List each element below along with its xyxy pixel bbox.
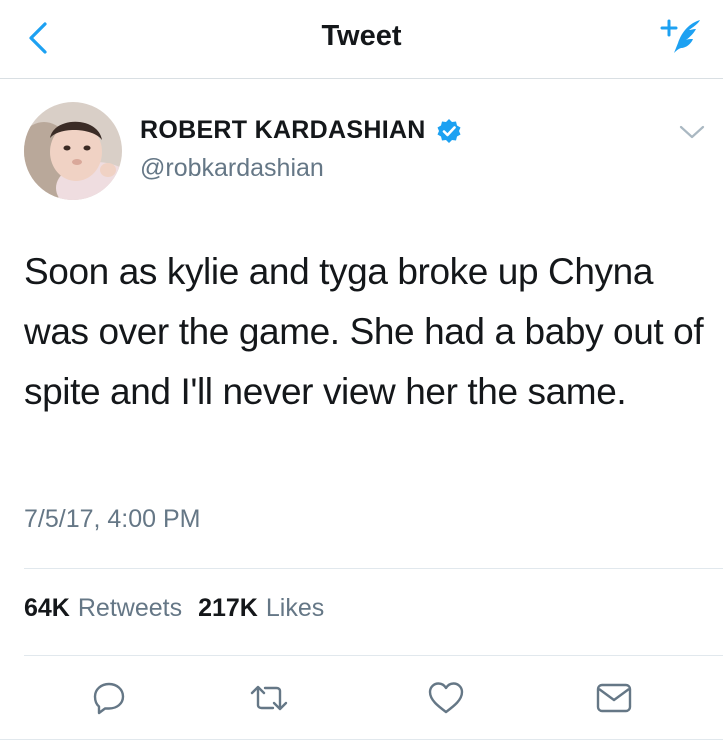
- reply-icon: [93, 682, 125, 715]
- avatar[interactable]: [24, 102, 122, 200]
- nav-bar: Tweet: [0, 0, 723, 79]
- tweet-header: ROBERT KARDASHIAN @robkardashian: [0, 78, 723, 218]
- more-options-button[interactable]: [677, 120, 707, 144]
- avatar-image: [24, 102, 122, 200]
- compose-tweet-button[interactable]: [659, 14, 705, 60]
- tweet-stats: 64K Retweets 217K Likes: [24, 594, 324, 623]
- direct-message-button[interactable]: [592, 676, 636, 720]
- author-handle[interactable]: @robkardashian: [140, 154, 324, 183]
- page-title: Tweet: [321, 20, 402, 52]
- divider: [24, 568, 723, 569]
- like-button[interactable]: [424, 676, 468, 720]
- author-display-name: ROBERT KARDASHIAN: [140, 116, 426, 144]
- divider: [24, 655, 723, 656]
- likes-stat[interactable]: 217K Likes: [198, 594, 324, 623]
- retweet-icon: [250, 685, 288, 711]
- retweets-label: Retweets: [77, 594, 183, 622]
- reply-button[interactable]: [87, 676, 131, 720]
- divider: [0, 739, 723, 740]
- author-name-row[interactable]: ROBERT KARDASHIAN: [140, 116, 462, 145]
- retweet-button[interactable]: [247, 676, 291, 720]
- chevron-down-icon: [679, 125, 705, 139]
- tweet-timestamp: 7/5/17, 4:00 PM: [24, 505, 201, 533]
- likes-label: Likes: [265, 594, 325, 622]
- tweet-text: Soon as kylie and tyga broke up Chyna wa…: [24, 251, 704, 412]
- message-icon: [596, 683, 632, 713]
- likes-count: 217K: [198, 594, 258, 622]
- compose-tweet-icon: [660, 19, 700, 53]
- retweets-count: 64K: [24, 594, 70, 622]
- verified-badge-icon: [437, 118, 461, 143]
- tweet-detail-screen: Tweet ROBERT KARDASHIAN @robkardashian S…: [0, 0, 723, 743]
- like-icon: [428, 682, 464, 714]
- retweets-stat[interactable]: 64K Retweets: [24, 594, 182, 623]
- action-bar: [0, 658, 723, 738]
